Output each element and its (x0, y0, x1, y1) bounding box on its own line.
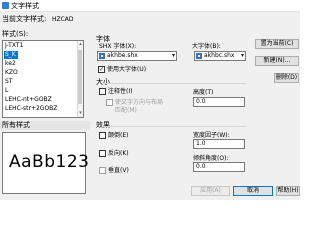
list-item[interactable]: J-TXT1 (4, 42, 78, 50)
annotative-checkbox[interactable] (99, 88, 106, 95)
height-label: 高度(T) (193, 89, 214, 96)
cancel-button[interactable]: 取消 (233, 186, 273, 196)
text-style-dialog: 文字样式 当前文字样式: HZCAD 样式(S): J-TXT1 S_K ke2… (0, 0, 300, 200)
use-bigfont-label: 使用大字体(U) (107, 66, 147, 73)
scroll-up-icon[interactable]: ▴ (78, 41, 83, 48)
match-orientation-checkbox[interactable] (106, 99, 113, 106)
list-item[interactable]: L (4, 87, 78, 95)
shx-font-value: akhbe.shx (107, 52, 138, 59)
new-style-button[interactable]: 新建(N)... (255, 56, 299, 66)
preview-header: 所有样式 (0, 121, 90, 130)
upside-down-label: 颠倒(E) (108, 132, 129, 139)
annotative-label: 注释性(I) (108, 88, 133, 95)
list-item-selected[interactable]: S_K (4, 51, 18, 59)
big-font-select[interactable]: akhbc.shx ▾ (194, 51, 246, 61)
app-icon (2, 2, 9, 9)
oblique-angle-input[interactable]: 0.0 (193, 162, 245, 172)
list-item[interactable]: LEHC-str+2GOBZ (4, 105, 78, 113)
styles-list[interactable]: J-TXT1 S_K ke2 KZO ST L LEHC-nt+GOBZ LEH… (2, 40, 84, 118)
list-item[interactable]: KZO (4, 69, 78, 77)
big-font-icon (196, 53, 202, 59)
shx-font-select[interactable]: akhbe.shx ▾ (97, 51, 177, 61)
list-item[interactable]: ke2 (4, 60, 78, 68)
preview-box: AaBb123 (2, 132, 90, 194)
delete-button[interactable]: 删除(D) (274, 73, 299, 83)
apply-button[interactable]: 应用(A) (191, 186, 230, 196)
preview-sample: AaBb123 (9, 152, 90, 172)
vertical-label: 垂直(V) (108, 167, 129, 174)
chevron-down-icon[interactable]: ▾ (172, 52, 175, 60)
title-bar[interactable]: 文字样式 (0, 0, 300, 12)
styles-scrollbar[interactable]: ▴ ▾ (77, 41, 83, 117)
scroll-down-icon[interactable]: ▾ (78, 110, 83, 117)
vertical-checkbox[interactable] (99, 167, 106, 174)
list-item[interactable]: LEHC-nt+GOBZ (4, 96, 78, 104)
current-style-label: 当前文字样式: (2, 15, 47, 23)
preview-filter-label: 所有样式 (2, 121, 30, 129)
scroll-thumb[interactable] (78, 50, 82, 104)
list-item[interactable]: ST (4, 78, 78, 86)
size-group-divider (103, 83, 246, 84)
chevron-down-icon[interactable]: ▾ (241, 52, 244, 60)
match-orientation-label-2: 匹配(M) (115, 107, 137, 114)
use-bigfont-checkbox[interactable]: ✓ (98, 66, 105, 73)
effects-group-divider (103, 126, 246, 127)
current-style-value: HZCAD (52, 16, 74, 23)
set-current-button[interactable]: 置为当前(C) (255, 39, 299, 49)
height-input[interactable]: 0.0 (193, 97, 245, 107)
styles-label: 样式(S): (2, 30, 29, 38)
big-font-value: akhbc.shx (204, 52, 235, 59)
help-button[interactable]: 帮助(H) (276, 186, 300, 196)
backwards-checkbox[interactable] (99, 150, 106, 157)
upside-down-checkbox[interactable] (99, 132, 106, 139)
width-factor-input[interactable]: 1.0 (193, 139, 245, 149)
big-font-label: 大字体(B): (192, 43, 221, 50)
shx-font-icon (99, 53, 105, 59)
shx-font-label: SHX 字体(X): (99, 43, 137, 50)
dialog-title: 文字样式 (11, 2, 39, 10)
backwards-label: 反向(K) (108, 150, 129, 157)
